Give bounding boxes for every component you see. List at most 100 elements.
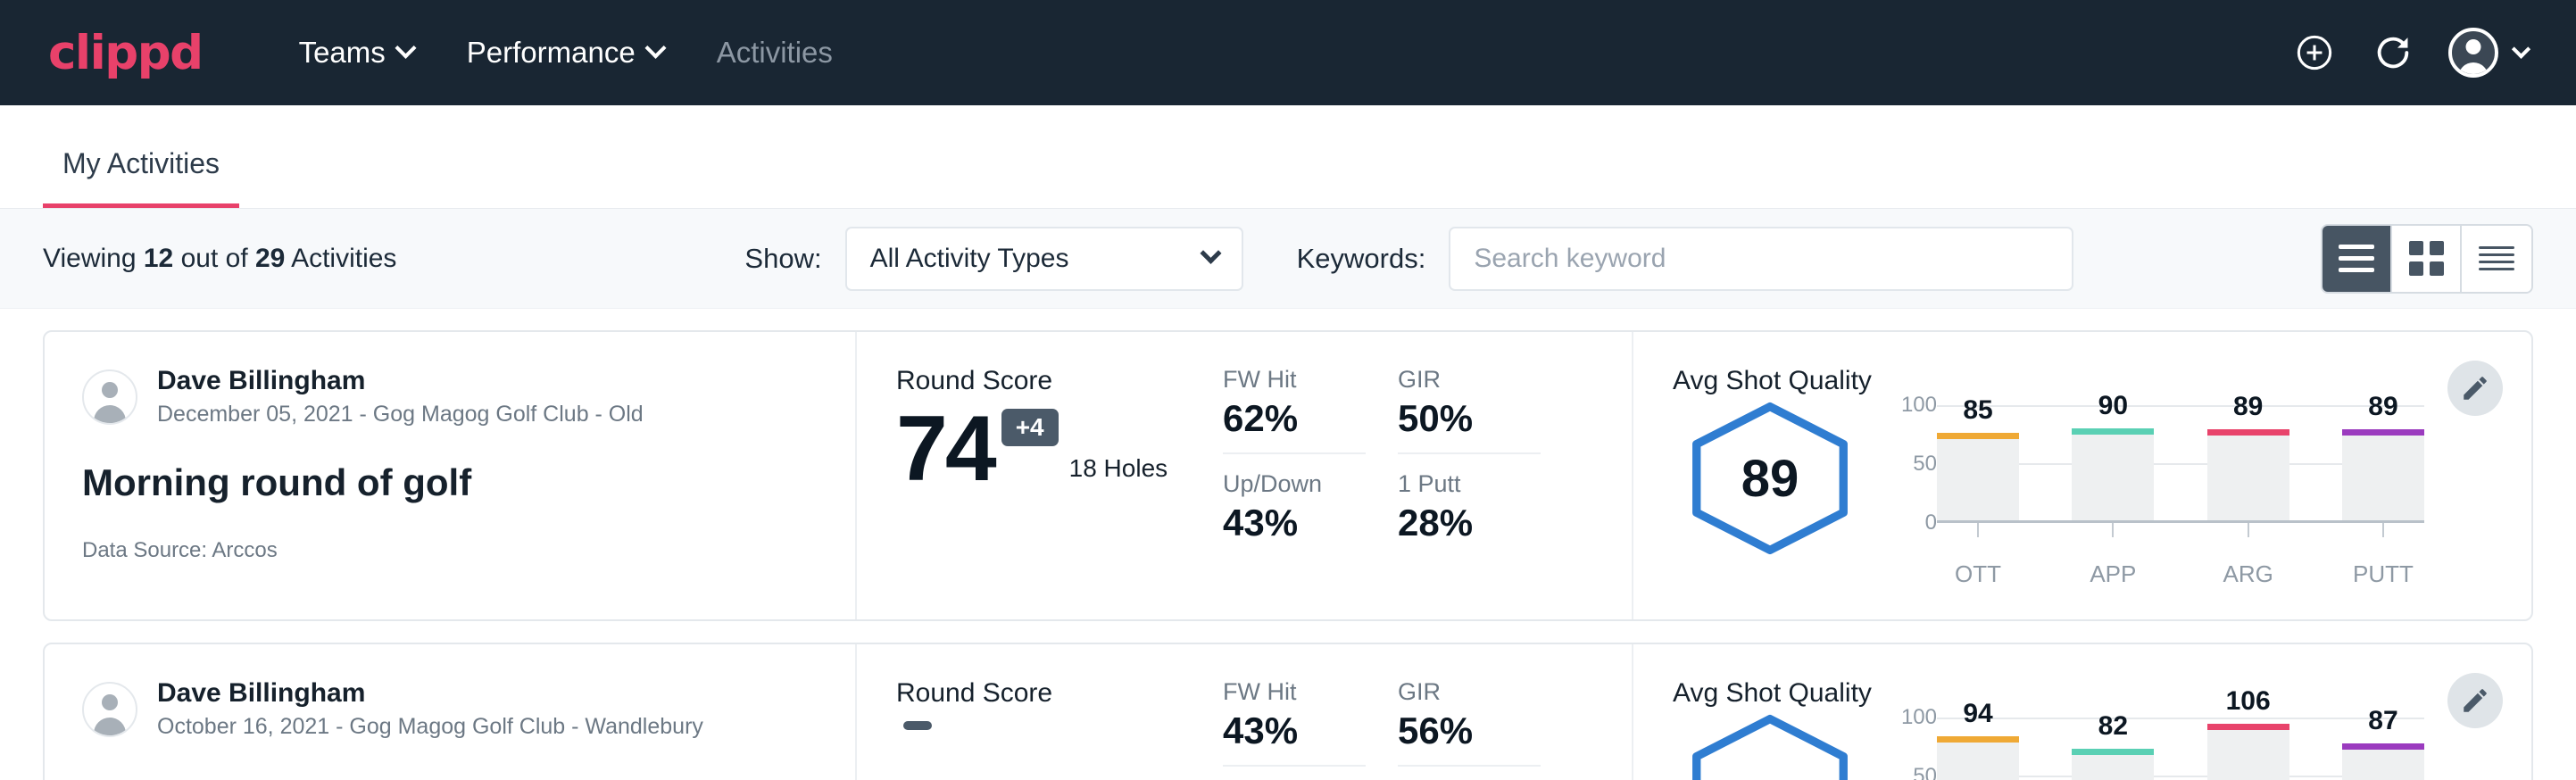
chart-bar-putt: 89 bbox=[2342, 429, 2424, 520]
refresh-button[interactable] bbox=[2370, 29, 2416, 76]
stat-up-down: Up/Down 43% bbox=[1223, 470, 1366, 544]
activity-list: Dave Billingham December 05, 2021 - Gog … bbox=[0, 309, 2576, 780]
y-tick-50: 50 bbox=[1913, 452, 1937, 477]
nav-item-activities-label: Activities bbox=[717, 36, 833, 70]
avatar bbox=[82, 682, 137, 737]
stat-one-putt-value: 28% bbox=[1398, 502, 1541, 544]
chart-bar-ott: 85 bbox=[1937, 433, 2019, 520]
x-label-ott: OTT bbox=[1937, 560, 2019, 588]
bar-fill bbox=[2072, 749, 2154, 780]
bar-fill bbox=[2342, 743, 2424, 780]
bar-cap bbox=[2342, 743, 2424, 750]
activity-meta: December 05, 2021 - Gog Magog Golf Club … bbox=[157, 402, 644, 427]
view-mode-toggle-group bbox=[2321, 224, 2533, 294]
account-menu-button[interactable] bbox=[2448, 28, 2528, 78]
nav-item-activities[interactable]: Activities bbox=[690, 36, 860, 70]
bar-fill bbox=[2342, 429, 2424, 520]
stat-gir-label: GIR bbox=[1398, 678, 1541, 706]
clippd-logo[interactable]: clippd bbox=[48, 29, 203, 77]
add-activity-button[interactable] bbox=[2291, 29, 2338, 76]
stat-fw-hit-label: FW Hit bbox=[1223, 678, 1366, 706]
nav-item-performance[interactable]: Performance bbox=[440, 36, 690, 70]
activity-card[interactable]: Dave Billingham October 16, 2021 - Gog M… bbox=[43, 643, 2533, 780]
view-mode-list-button[interactable] bbox=[2323, 226, 2392, 292]
chart-plot-area: 948210687 OTT APP ARG PUTT bbox=[1937, 718, 2424, 780]
player-name: Dave Billingham bbox=[157, 678, 703, 709]
chart-bar-arg: 106 bbox=[2207, 724, 2289, 780]
viewing-prefix: Viewing bbox=[43, 244, 137, 273]
tab-my-activities[interactable]: My Activities bbox=[43, 147, 239, 208]
stat-gir-value: 50% bbox=[1398, 397, 1541, 440]
pencil-icon bbox=[2460, 685, 2490, 716]
activity-count-summary: Viewing 12 out of 29 Activities bbox=[43, 244, 396, 274]
avg-shot-quality-value bbox=[1685, 714, 1855, 780]
nav-item-teams[interactable]: Teams bbox=[272, 36, 440, 70]
chart-bar-putt: 87 bbox=[2342, 743, 2424, 780]
shot-quality-bar-chart: 100 50 0 948210687 bbox=[1882, 718, 2424, 780]
round-score-label: Round Score bbox=[896, 678, 1223, 709]
account-avatar-icon bbox=[2448, 28, 2498, 78]
round-score-label: Round Score bbox=[896, 366, 1223, 396]
stat-fw-hit: FW Hit 62% bbox=[1223, 366, 1366, 454]
view-mode-grid-button[interactable] bbox=[2392, 226, 2462, 292]
stat-up-down-label: Up/Down bbox=[1223, 470, 1366, 498]
compact-view-icon bbox=[2479, 246, 2514, 270]
avg-shot-quality-value: 89 bbox=[1685, 402, 1855, 555]
shot-quality-hexagon: 89 bbox=[1685, 402, 1855, 555]
round-score-column: Round Score 74 +4 18 Holes bbox=[857, 332, 1223, 619]
activity-data-source: Data Source: Arccos bbox=[82, 538, 818, 563]
stat-fw-hit-value: 43% bbox=[1223, 709, 1366, 752]
view-mode-compact-button[interactable] bbox=[2462, 226, 2531, 292]
player-name: Dave Billingham bbox=[157, 366, 644, 396]
chart-bars: 948210687 bbox=[1937, 718, 2424, 780]
activity-card[interactable]: Dave Billingham December 05, 2021 - Gog … bbox=[43, 330, 2533, 621]
stat-gir: GIR 56% bbox=[1398, 678, 1541, 767]
activity-title: Morning round of golf bbox=[82, 461, 818, 504]
bar-cap bbox=[2207, 724, 2289, 730]
round-score-column: Round Score bbox=[857, 644, 1223, 780]
edit-activity-button[interactable] bbox=[2447, 361, 2503, 416]
bar-cap bbox=[2072, 428, 2154, 435]
chart-bar-value-app: 90 bbox=[2072, 391, 2154, 421]
chart-bar-value-arg: 106 bbox=[2207, 686, 2289, 717]
activity-info-column: Dave Billingham December 05, 2021 - Gog … bbox=[45, 332, 857, 619]
activity-author: Dave Billingham October 16, 2021 - Gog M… bbox=[82, 678, 818, 740]
chart-y-axis: 100 50 0 bbox=[1882, 405, 1937, 523]
edit-activity-button[interactable] bbox=[2447, 673, 2503, 728]
activity-meta: October 16, 2021 - Gog Magog Golf Club -… bbox=[157, 714, 703, 740]
stat-fw-hit: FW Hit 43% bbox=[1223, 678, 1366, 767]
chart-bar-value-putt: 89 bbox=[2342, 392, 2424, 422]
chart-x-ticks bbox=[1937, 523, 2424, 537]
chart-bar-arg: 89 bbox=[2207, 429, 2289, 520]
round-score-value: 74 bbox=[896, 405, 994, 494]
chart-plot-area: 85908989 OTT APP ARG PUTT bbox=[1937, 405, 2424, 588]
bar-cap bbox=[2072, 749, 2154, 755]
avg-shot-quality-column: Avg Shot Quality 100 50 0 bbox=[1633, 644, 2531, 780]
chart-y-axis: 100 50 0 bbox=[1882, 718, 1937, 780]
y-tick-100: 100 bbox=[1901, 393, 1937, 418]
top-navigation-bar: clippd Teams Performance Activities bbox=[0, 0, 2576, 105]
plus-circle-icon bbox=[2294, 32, 2335, 73]
stat-gir-value: 56% bbox=[1398, 709, 1541, 752]
tab-my-activities-label: My Activities bbox=[62, 147, 220, 179]
search-input[interactable] bbox=[1449, 227, 2073, 291]
stat-one-putt-label: 1 Putt bbox=[1398, 470, 1541, 498]
activity-type-select[interactable]: All Activity Types bbox=[845, 227, 1243, 291]
viewing-count: 12 bbox=[144, 244, 173, 273]
chart-x-labels: OTT APP ARG PUTT bbox=[1937, 560, 2424, 588]
chart-bar-value-ott: 85 bbox=[1937, 395, 2019, 426]
pencil-icon bbox=[2460, 373, 2490, 403]
score-differential-badge bbox=[903, 721, 932, 730]
x-label-app: APP bbox=[2072, 560, 2154, 588]
list-view-icon bbox=[2339, 245, 2374, 272]
stat-fw-hit-label: FW Hit bbox=[1223, 366, 1366, 394]
chevron-down-icon bbox=[1200, 243, 1221, 264]
bar-cap bbox=[1937, 736, 2019, 743]
chevron-down-icon bbox=[395, 37, 416, 58]
chart-bar-value-putt: 87 bbox=[2342, 706, 2424, 736]
bar-fill bbox=[1937, 433, 2019, 520]
chart-bar-value-arg: 89 bbox=[2207, 392, 2289, 422]
chevron-down-icon bbox=[644, 37, 666, 58]
bar-cap bbox=[2342, 429, 2424, 436]
viewing-total: 29 bbox=[255, 244, 285, 273]
